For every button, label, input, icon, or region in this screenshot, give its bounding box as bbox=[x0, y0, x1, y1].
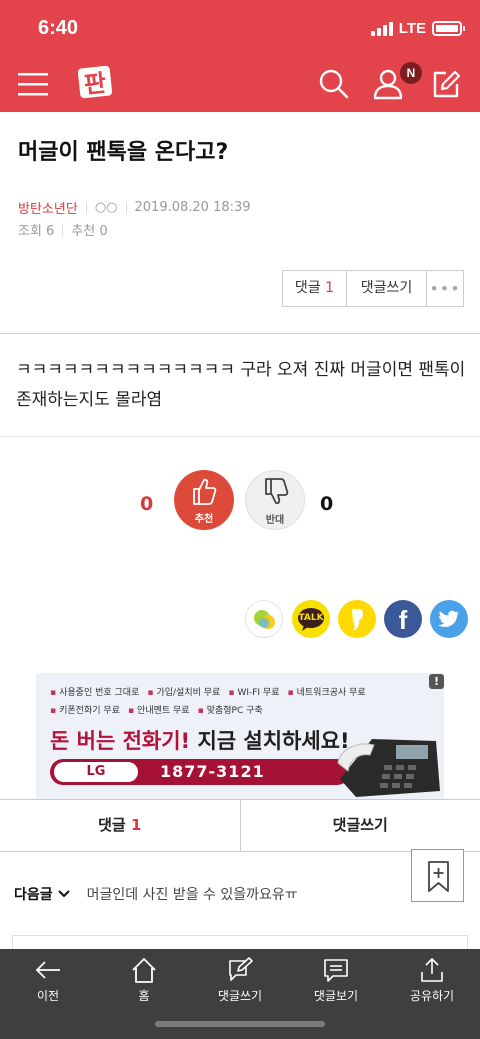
tab-write-comment[interactable]: 댓글쓰기 bbox=[241, 800, 480, 851]
signal-icon bbox=[370, 21, 393, 36]
oppose-count: 0 bbox=[320, 493, 334, 515]
twitter-icon bbox=[438, 610, 459, 627]
thumbs-down-icon bbox=[265, 478, 289, 505]
ad-features-row-2: 키폰전화기 무료안내멘트 무료맞춤형PC 구축 bbox=[50, 703, 263, 716]
more-button[interactable]: ••• bbox=[427, 271, 463, 306]
write-comment-icon bbox=[229, 957, 253, 981]
oppose-label: 반대 bbox=[265, 515, 285, 526]
band-share-button[interactable] bbox=[338, 600, 376, 638]
nav-view-comments[interactable]: 댓글보기 bbox=[296, 957, 376, 1004]
kakaotalk-share-button[interactable]: TALK bbox=[292, 600, 330, 638]
recommend-label: 추천 bbox=[194, 514, 214, 525]
notification-badge[interactable]: N bbox=[400, 62, 422, 84]
svg-text:판: 판 bbox=[83, 69, 108, 99]
nav-back-label: 이전 bbox=[36, 989, 60, 1003]
twitter-share-button[interactable] bbox=[430, 600, 468, 638]
nav-share[interactable]: 공유하기 bbox=[392, 957, 472, 1004]
post-title: 머글이 팬톡을 온다고? bbox=[18, 140, 229, 165]
hamburger-menu-icon[interactable] bbox=[18, 71, 48, 97]
post-views: 조회 6 bbox=[18, 224, 55, 239]
nav-home-label: 홈 bbox=[138, 989, 150, 1003]
nav-back[interactable]: 이전 bbox=[8, 957, 88, 1004]
bookmark-add-icon bbox=[428, 861, 449, 892]
status-time: 6:40 bbox=[38, 17, 79, 39]
divider bbox=[0, 436, 480, 437]
kakaostory-share-button[interactable] bbox=[245, 600, 283, 638]
write-post-icon[interactable] bbox=[430, 68, 462, 100]
band-icon bbox=[352, 609, 363, 631]
nav-bar: 판 N bbox=[0, 58, 480, 112]
next-post[interactable]: 다음글 머글인데 사진 받을 수 있을까요유ㅠ bbox=[14, 884, 298, 904]
ad-features-row-1: 사용중인 번호 그대로가입/설치비 무료WI-FI 무료네트워크공사 무료 bbox=[50, 685, 366, 698]
nav-write-comment[interactable]: 댓글쓰기 bbox=[200, 957, 280, 1004]
divider bbox=[0, 333, 480, 334]
pann-logo[interactable]: 판 bbox=[78, 63, 118, 103]
ad-headline: 돈 버는 전화기! 지금 설치하세요! bbox=[50, 729, 350, 753]
chevron-down-icon bbox=[57, 890, 70, 898]
network-label: LTE bbox=[398, 20, 426, 37]
status-indicators: LTE bbox=[370, 20, 465, 37]
post-body: ㅋㅋㅋㅋㅋㅋㅋㅋㅋㅋㅋㅋㅋㅋ 구라 오져 진짜 머글이면 팬톡이 존재하는지도 … bbox=[16, 360, 466, 410]
lg-logo: LG bbox=[54, 762, 138, 782]
battery-icon bbox=[432, 21, 465, 36]
post-author-extra: ○○ bbox=[94, 200, 118, 215]
oppose-button[interactable]: 반대 bbox=[245, 470, 305, 530]
nav-write-comment-label: 댓글쓰기 bbox=[217, 989, 263, 1003]
search-icon[interactable] bbox=[318, 68, 350, 100]
write-comment-button[interactable]: 댓글쓰기 bbox=[347, 271, 427, 306]
home-indicator bbox=[155, 1021, 325, 1027]
comments-icon bbox=[324, 959, 348, 982]
desk-phone-image bbox=[337, 739, 440, 797]
recommend-count: 0 bbox=[140, 493, 154, 515]
tab-comments[interactable]: 댓글 1 bbox=[0, 800, 241, 851]
post-recommends: 추천 0 bbox=[71, 224, 108, 239]
ad-info-icon[interactable]: ! bbox=[429, 674, 444, 689]
facebook-share-button[interactable]: f bbox=[384, 600, 422, 638]
status-bar: 6:40 LTE bbox=[0, 0, 480, 58]
share-icon bbox=[421, 958, 443, 982]
facebook-icon: f bbox=[398, 605, 408, 635]
nav-share-label: 공유하기 bbox=[409, 989, 455, 1003]
post-stats: 조회 6 추천 0 bbox=[18, 220, 108, 239]
ad-phone-number: 1877-3121 bbox=[160, 762, 265, 781]
app-header: 6:40 LTE 판 N bbox=[0, 0, 480, 112]
recommend-button[interactable]: 추천 bbox=[174, 470, 234, 530]
kakaostory-icon bbox=[254, 610, 275, 629]
post-meta: 방탄소년단 ○○ 2019.08.20 18:39 bbox=[18, 198, 251, 217]
next-post-label: 다음글 bbox=[14, 887, 53, 903]
post-date: 2019.08.20 18:39 bbox=[134, 200, 251, 215]
comment-count-button[interactable]: 댓글 1 bbox=[283, 271, 347, 306]
bookmark-button[interactable] bbox=[411, 849, 464, 902]
ad-contact-bar: LG 1877-3121 bbox=[50, 759, 350, 785]
arrow-left-icon bbox=[35, 961, 60, 979]
kakaotalk-label: TALK bbox=[298, 613, 324, 623]
ad-banner[interactable]: 사용중인 번호 그대로가입/설치비 무료WI-FI 무료네트워크공사 무료 키폰… bbox=[36, 673, 444, 799]
post-action-bar: 댓글 1 댓글쓰기 ••• bbox=[282, 270, 464, 307]
comment-tabs: 댓글 1 댓글쓰기 bbox=[0, 799, 480, 852]
post-author[interactable]: 방탄소년단 bbox=[18, 198, 78, 217]
nav-view-comments-label: 댓글보기 bbox=[313, 989, 359, 1003]
thumbs-up-icon bbox=[193, 478, 217, 505]
nav-home[interactable]: 홈 bbox=[104, 957, 184, 1004]
next-post-title[interactable]: 머글인데 사진 받을 수 있을까요유ㅠ bbox=[87, 884, 298, 904]
home-icon bbox=[132, 958, 156, 983]
